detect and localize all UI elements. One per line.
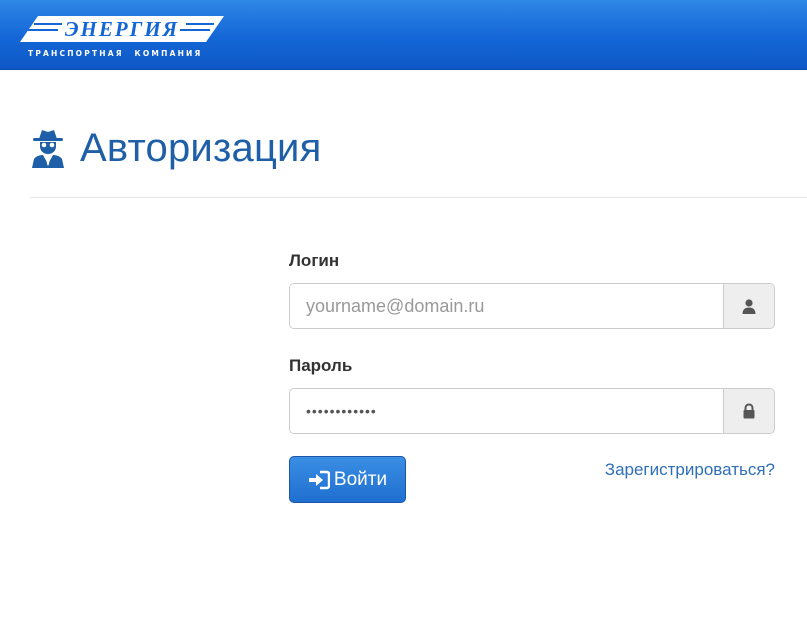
top-header-bar: ЭНЕРГИЯ ТРАНСПОРТНАЯ КОМПАНИЯ [0,0,807,70]
password-label: Пароль [289,356,353,375]
logo-stripe [180,29,210,31]
logo-stripe [34,23,62,25]
login-page: ЭНЕРГИЯ ТРАНСПОРТНАЯ КОМПАНИЯ Авторизаци… [0,0,807,625]
login-button[interactable]: Войти [289,456,406,503]
login-label: Логин [289,251,340,270]
login-button-label: Войти [333,468,388,490]
sign-in-icon [308,470,330,490]
user-icon [723,284,774,328]
user-secret-icon [30,128,66,168]
logo-stripe [28,29,58,31]
logo-text: ЭНЕРГИЯ [64,17,180,41]
login-form: Логин Пароль [289,250,775,504]
title-divider [30,197,807,198]
register-link[interactable]: Зарегистрироваться? [605,460,775,480]
logo-subtitle: ТРАНСПОРТНАЯ КОМПАНИЯ [28,49,203,58]
logo-stripe [186,23,214,25]
lock-icon [723,389,774,433]
password-input[interactable] [290,389,723,433]
form-actions: Войти Зарегистрироваться? [289,456,775,504]
password-input-group [289,388,775,434]
page-title-row: Авторизация [30,123,321,173]
login-input[interactable] [290,284,723,328]
page-title: Авторизация [80,125,322,170]
energiya-logo[interactable]: ЭНЕРГИЯ ТРАНСПОРТНАЯ КОМПАНИЯ [20,14,230,62]
login-input-group [289,283,775,329]
